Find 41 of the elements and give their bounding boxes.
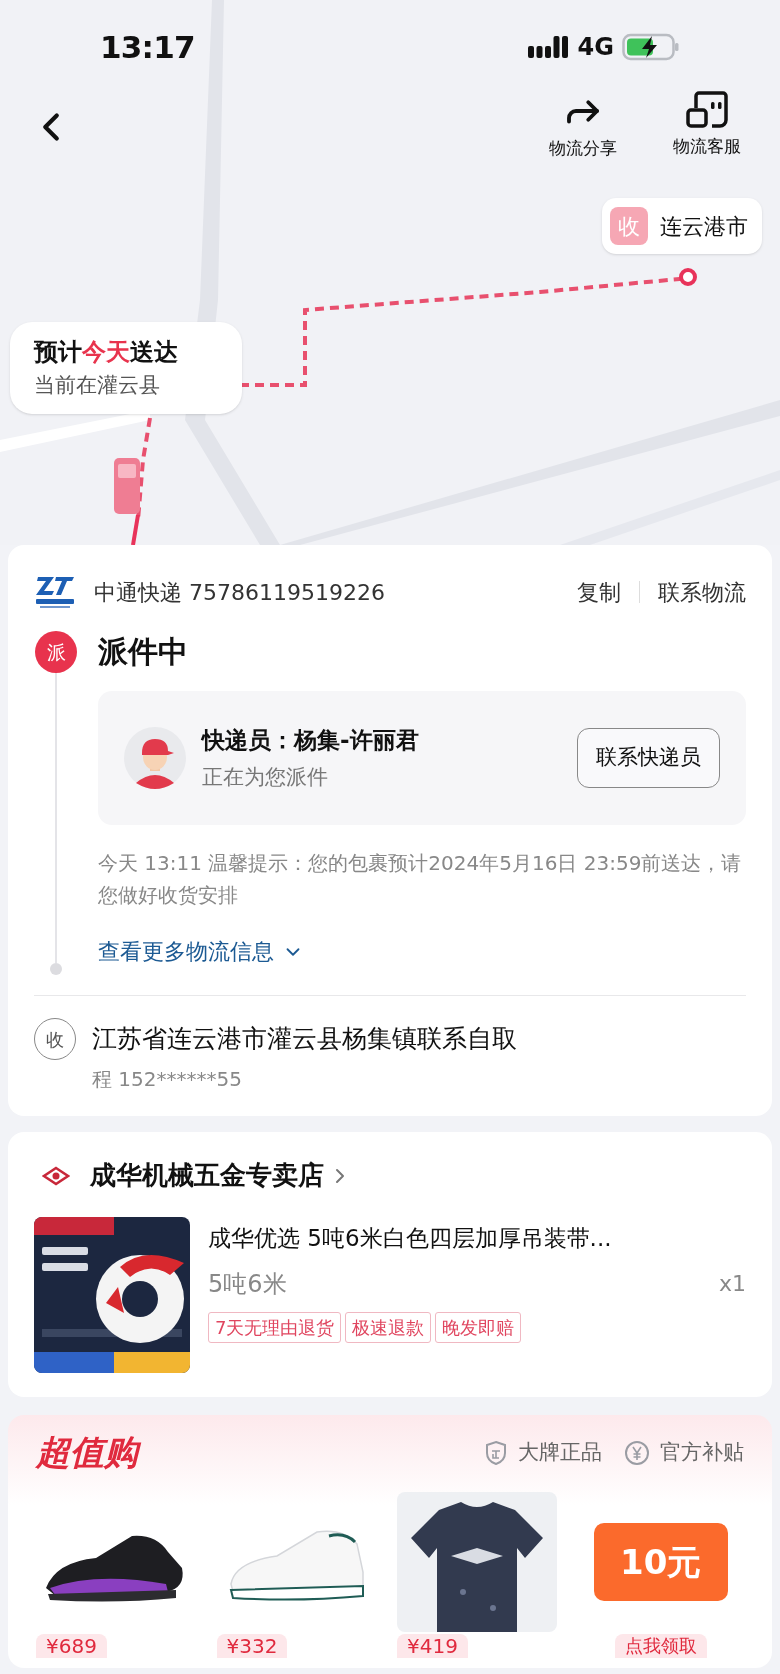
dispatch-badge: 派: [35, 631, 77, 673]
courier-name: 快递员：杨集-许丽君: [202, 726, 420, 755]
shield-icon: [484, 1439, 508, 1466]
claim-coupon-button[interactable]: 点我领取: [614, 1634, 707, 1658]
eta-headline: 预计今天送达: [34, 337, 179, 368]
service-tag: 极速退款: [345, 1311, 432, 1343]
current-location: 当前在灌云县: [34, 372, 161, 399]
carrier-tracking-number: 中通快递 75786119519226: [94, 578, 386, 607]
deal-badge-label: 官方补贴: [660, 1438, 744, 1466]
delivery-notice: 今天 13:11 温馨提示：您的包裹预计2024年5月16日 23:59前送达，请您做好收货安排: [98, 850, 743, 909]
battery-charging-icon: [622, 33, 680, 61]
more-tracking-link[interactable]: 查看更多物流信息: [98, 935, 304, 968]
network-type: 4G: [577, 32, 614, 63]
product-title: 成华优选 5吨6米白色四层加厚吊装带...: [208, 1224, 613, 1253]
deal-price: ¥689: [36, 1634, 107, 1658]
signal-icon: [527, 34, 570, 60]
deal-price: ¥419: [397, 1634, 468, 1658]
customer-service-icon: [685, 90, 729, 130]
nav-action-button[interactable]: 物流客服: [652, 90, 762, 162]
product-spec: 5吨6米: [208, 1268, 287, 1300]
courier-logo-icon: [34, 575, 76, 609]
destination-city: 连云港市: [660, 212, 749, 241]
recipient-contact: 程 152******55: [92, 1066, 243, 1093]
courier-status: 正在为您派件: [202, 763, 329, 791]
courier-avatar-icon: [124, 727, 186, 789]
tracking-action-link[interactable]: 联系物流: [658, 575, 746, 609]
nav-action-button[interactable]: 物流分享: [528, 90, 638, 162]
status-time: 13:17: [100, 27, 195, 67]
contact-courier-button[interactable]: 联系快递员: [577, 728, 720, 788]
delivery-address: 江苏省连云港市灌云县杨集镇联系自取: [92, 1023, 517, 1055]
yen-circle-icon: [624, 1439, 650, 1466]
tracking-action-link[interactable]: 复制: [577, 575, 621, 609]
shop-link[interactable]: 成华机械五金专卖店: [34, 1156, 352, 1195]
service-tag: 晚发即赔: [435, 1311, 522, 1343]
deal-price: ¥332: [216, 1634, 288, 1658]
deal-badge-label: 大牌正品: [518, 1438, 602, 1466]
service-tag: 7天无理由退货: [208, 1311, 342, 1343]
shop-logo-icon: [42, 1165, 70, 1186]
delivery-status: 派件中: [98, 633, 189, 671]
receive-badge: 收: [610, 207, 648, 245]
product-quantity: x1: [718, 1270, 746, 1298]
